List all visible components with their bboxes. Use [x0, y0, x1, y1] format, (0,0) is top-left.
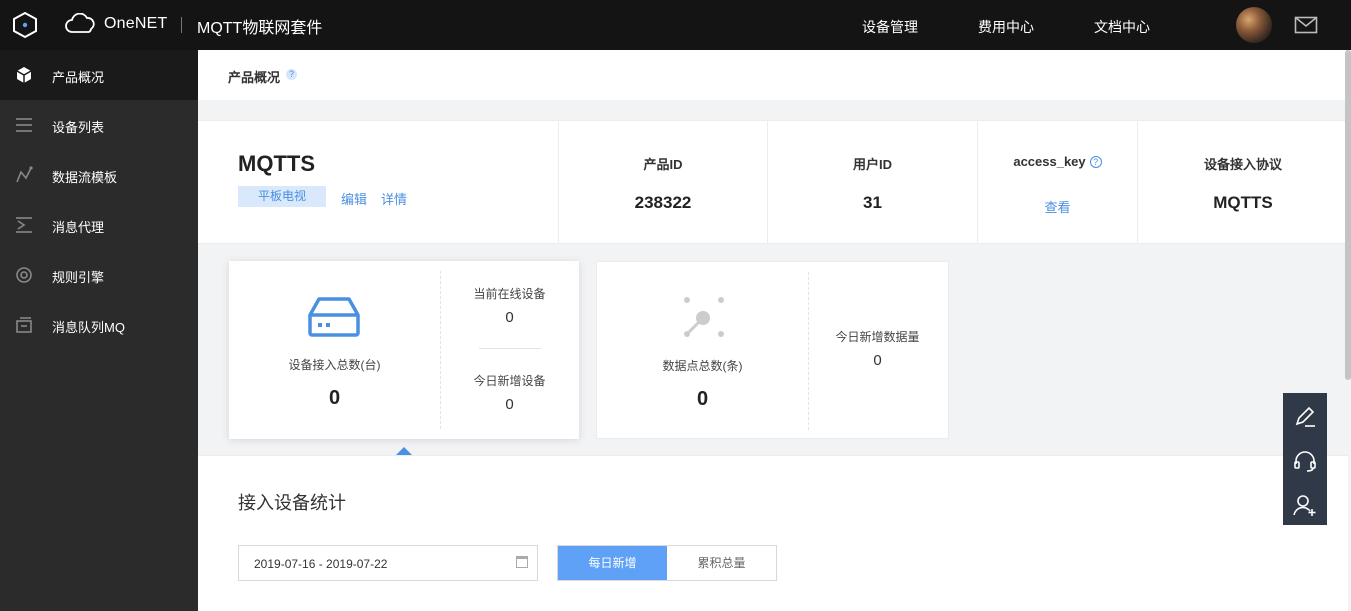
detail-link[interactable]: 详情 — [381, 189, 407, 208]
sidebar-item-label: 消息队列MQ — [52, 320, 125, 335]
cube-icon — [16, 67, 32, 83]
broker-icon — [16, 217, 32, 233]
sidebar-item-label: 规则引擎 — [52, 270, 105, 285]
new-devices-value: 0 — [505, 396, 514, 413]
datapoint-stats-card[interactable]: 数据点总数(条) 0 今日新增数据量 0 — [596, 261, 949, 439]
new-data-label: 今日新增数据量 — [835, 330, 920, 344]
sidebar-item-label: 产品概况 — [52, 70, 105, 85]
online-devices-value: 0 — [505, 309, 514, 326]
protocol-cell: 设备接入协议 MQTTS — [1137, 121, 1348, 243]
product-category-tag: 平板电视 — [238, 186, 326, 207]
headset-support-icon[interactable] — [1293, 449, 1317, 473]
sidebar-item-rule-engine[interactable]: 规则引擎 — [0, 250, 198, 300]
access-key-cell: access_key? 查看 — [977, 121, 1137, 243]
online-devices-label: 当前在线设备 — [473, 287, 546, 301]
product-name: MQTTS — [238, 151, 315, 176]
sidebar-item-product-overview[interactable]: 产品概况 — [0, 50, 198, 100]
product-id-value: 238322 — [634, 193, 692, 212]
date-range-value: 2019-07-16 - 2019-07-22 — [254, 557, 388, 571]
stats-heading: 接入设备统计 — [238, 493, 346, 513]
user-id-value: 31 — [863, 193, 882, 212]
sidebar-item-label: 设备列表 — [52, 120, 105, 135]
add-user-icon[interactable] — [1293, 493, 1317, 517]
page-header: 产品概况 ? — [198, 50, 1348, 100]
datapoint-nodes-icon — [684, 297, 724, 337]
brand[interactable]: OneNET — [64, 13, 167, 35]
selected-card-pointer — [396, 447, 412, 455]
protocol-label: 设备接入协议 — [1203, 157, 1282, 172]
card-divider — [479, 348, 541, 349]
floating-tools — [1283, 393, 1327, 525]
page-title: 产品概况 — [228, 70, 281, 85]
top-bar: OneNET MQTT物联网套件 设备管理 费用中心 文档中心 — [0, 0, 1351, 50]
graph-icon — [16, 166, 33, 183]
nav-billing-center[interactable]: 费用中心 — [978, 17, 1034, 37]
suite-title: MQTT物联网套件 — [197, 20, 323, 37]
datapoint-total-value: 0 — [696, 388, 709, 410]
sidebar-item-label: 数据流模板 — [52, 170, 118, 185]
logo-hex-icon[interactable] — [11, 11, 39, 39]
device-total-value: 0 — [328, 387, 341, 409]
sidebar-item-message-broker[interactable]: 消息代理 — [0, 200, 198, 250]
protocol-value: MQTTS — [1213, 193, 1273, 212]
stats-mode-toggle: 每日新增 累积总量 — [557, 545, 777, 581]
help-icon[interactable]: ? — [286, 69, 297, 80]
product-id-cell: 产品ID 238322 — [558, 121, 767, 243]
device-stats-section: 接入设备统计 2019-07-16 - 2019-07-22 每日新增 累积总量 — [198, 455, 1348, 611]
access-key-label-text: access_key — [1013, 154, 1086, 169]
cumulative-total-tab[interactable]: 累积总量 — [667, 546, 776, 580]
list-icon — [16, 118, 32, 132]
mail-icon[interactable] — [1294, 15, 1318, 35]
brand-name: OneNET — [104, 15, 168, 32]
cloud-logo-icon — [65, 13, 95, 33]
access-key-label: access_key? — [978, 154, 1137, 169]
brand-divider — [181, 17, 182, 33]
main-content: 产品概况 ? MQTTS 平板电视 编辑 详情 产品ID 238322 用户ID… — [198, 50, 1348, 611]
sidebar-item-datastream-template[interactable]: 数据流模板 — [0, 150, 198, 200]
queue-icon — [16, 317, 32, 333]
edit-pen-icon[interactable] — [1293, 405, 1317, 429]
user-id-cell: 用户ID 31 — [767, 121, 977, 243]
product-id-label: 产品ID — [643, 157, 683, 172]
sidebar-item-message-queue[interactable]: 消息队列MQ — [0, 300, 198, 350]
new-devices-label: 今日新增设备 — [473, 374, 546, 388]
daily-new-tab[interactable]: 每日新增 — [558, 546, 667, 580]
view-access-key-link[interactable]: 查看 — [978, 197, 1137, 216]
product-info-bar: MQTTS 平板电视 编辑 详情 产品ID 238322 用户ID 31 acc… — [198, 120, 1348, 244]
datapoint-total-label: 数据点总数(条) — [662, 359, 743, 373]
new-data-value: 0 — [873, 352, 882, 369]
scrollbar[interactable] — [1345, 50, 1351, 380]
date-range-picker[interactable]: 2019-07-16 - 2019-07-22 — [238, 545, 538, 581]
sidebar-item-device-list[interactable]: 设备列表 — [0, 100, 198, 150]
user-id-label: 用户ID — [852, 157, 892, 172]
access-key-help-icon[interactable]: ? — [1089, 156, 1102, 168]
user-avatar[interactable] — [1236, 7, 1272, 43]
card-divider — [808, 272, 809, 430]
target-icon — [16, 267, 32, 283]
sidebar-item-label: 消息代理 — [52, 220, 105, 235]
sidebar: 产品概况 设备列表 数据流模板 消息代理 规则引擎 消息队列MQ — [0, 50, 198, 611]
device-total-label: 设备接入总数(台) — [288, 358, 381, 372]
nav-device-management[interactable]: 设备管理 — [862, 17, 918, 37]
nav-docs-center[interactable]: 文档中心 — [1094, 17, 1150, 37]
device-server-icon — [308, 297, 360, 337]
calendar-icon[interactable] — [516, 556, 528, 568]
device-stats-card[interactable]: 设备接入总数(台) 0 当前在线设备 0 今日新增设备 0 — [229, 261, 579, 439]
edit-link[interactable]: 编辑 — [341, 189, 367, 208]
